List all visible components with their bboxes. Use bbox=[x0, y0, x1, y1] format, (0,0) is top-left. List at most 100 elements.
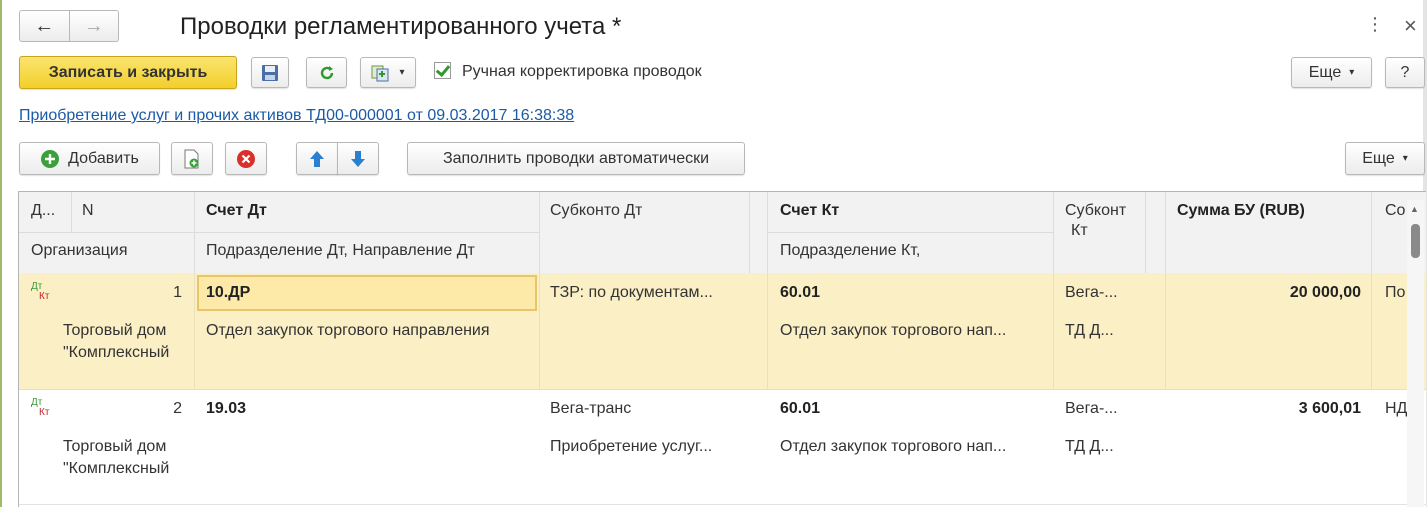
col-divider bbox=[1145, 192, 1146, 273]
arrow-right-icon: → bbox=[83, 14, 104, 37]
refresh-icon bbox=[320, 65, 333, 79]
row-divider bbox=[19, 504, 1426, 505]
document-link[interactable]: Приобретение услуг и прочих активов ТД00… bbox=[19, 107, 574, 125]
refresh-button[interactable] bbox=[306, 57, 347, 88]
manual-correction-checkbox[interactable] bbox=[434, 62, 451, 79]
entries-table: Д... N Счет Дт Субконто Дт Счет Кт Субко… bbox=[18, 191, 1426, 507]
col-header-schet-kt[interactable]: Счет Кт bbox=[780, 202, 839, 220]
save-button[interactable] bbox=[251, 57, 289, 88]
col-divider bbox=[1053, 273, 1054, 389]
cell-podr-kt[interactable]: Отдел закупок торгового нап... bbox=[780, 322, 1006, 340]
chevron-down-icon: ▾ bbox=[1349, 67, 1355, 78]
close-icon[interactable]: × bbox=[1404, 13, 1417, 39]
cell-org-line1[interactable]: Торговый дом bbox=[63, 438, 166, 456]
chevron-down-icon: ▾ bbox=[399, 67, 405, 78]
cell-subkonto-kt-2[interactable]: ТД Д... bbox=[1065, 438, 1114, 456]
col-divider bbox=[767, 273, 768, 389]
scrollbar-thumb[interactable] bbox=[1411, 224, 1420, 258]
col-header-subkonto-kt-2: Кт bbox=[1071, 222, 1088, 239]
cell-subkonto-kt-2[interactable]: ТД Д... bbox=[1065, 322, 1114, 340]
cell-summa[interactable]: 20 000,00 bbox=[1179, 284, 1361, 302]
cell-schet-kt[interactable]: 60.01 bbox=[780, 400, 820, 418]
create-based-on-button[interactable]: ▾ bbox=[360, 57, 416, 88]
col-header-podr-kt[interactable]: Подразделение Кт, bbox=[780, 242, 920, 260]
col-header-schet-dt[interactable]: Счет Дт bbox=[206, 202, 267, 220]
autofill-label: Заполнить проводки автоматически bbox=[442, 149, 710, 167]
scroll-up-icon[interactable]: ▲ bbox=[1410, 204, 1419, 214]
header-divider bbox=[767, 232, 1053, 233]
copy-document-icon bbox=[184, 149, 199, 168]
cell-podr-dt[interactable]: Отдел закупок торгового направления bbox=[206, 322, 490, 340]
help-button[interactable]: ? bbox=[1385, 57, 1425, 88]
dt-kt-icon: Дт Кт bbox=[31, 397, 50, 418]
col-divider bbox=[1371, 192, 1372, 273]
col-header-co[interactable]: Со bbox=[1385, 202, 1405, 220]
add-label: Добавить bbox=[68, 149, 139, 167]
window-title: Проводки регламентированного учета * bbox=[180, 13, 622, 40]
col-header-n[interactable]: N bbox=[82, 202, 94, 220]
col-header-summa[interactable]: Сумма БУ (RUB) bbox=[1177, 202, 1305, 220]
col-header-podr-dt[interactable]: Подразделение Дт, Направление Дт bbox=[206, 242, 475, 260]
cell-summa[interactable]: 3 600,01 bbox=[1179, 400, 1361, 418]
cell-co[interactable]: По bbox=[1385, 284, 1405, 302]
col-divider bbox=[71, 192, 72, 232]
arrow-up-icon bbox=[310, 150, 324, 167]
cell-schet-dt[interactable]: 10.ДР bbox=[206, 284, 250, 302]
save-and-close-button[interactable]: Записать и закрыть bbox=[19, 56, 237, 89]
row-number: 1 bbox=[173, 284, 182, 301]
cell-subkonto-dt[interactable]: ТЗР: по документам... bbox=[550, 284, 713, 302]
col-divider bbox=[767, 192, 768, 273]
floppy-disk-icon bbox=[262, 64, 278, 81]
cell-schet-kt[interactable]: 60.01 bbox=[780, 284, 820, 302]
cell-subkonto-dt[interactable]: Вега-транс bbox=[550, 400, 631, 418]
col-divider bbox=[194, 273, 195, 389]
arrow-left-icon: ← bbox=[34, 14, 55, 37]
col-header-subkonto-dt[interactable]: Субконто Дт bbox=[550, 202, 642, 220]
row-number: 2 bbox=[173, 400, 182, 417]
table-more-label: Еще bbox=[1362, 149, 1395, 167]
header-divider bbox=[19, 232, 539, 233]
col-header-d[interactable]: Д... bbox=[31, 202, 55, 220]
more-button[interactable]: Еще ▾ bbox=[1291, 57, 1372, 88]
vertical-scrollbar[interactable]: ▲ bbox=[1407, 200, 1424, 507]
col-divider bbox=[1053, 192, 1054, 273]
col-header-subkonto-kt[interactable]: Субконт bbox=[1065, 202, 1126, 220]
move-up-button[interactable] bbox=[296, 142, 338, 175]
table-more-button[interactable]: Еще ▾ bbox=[1345, 142, 1425, 175]
col-divider bbox=[539, 192, 540, 273]
col-divider bbox=[1165, 273, 1166, 389]
col-divider bbox=[1371, 273, 1372, 389]
cell-subkonto-dt-2[interactable]: Приобретение услуг... bbox=[550, 438, 712, 456]
copy-button[interactable] bbox=[171, 142, 213, 175]
create-based-on-icon bbox=[371, 65, 389, 81]
cell-co[interactable]: НД bbox=[1385, 400, 1407, 418]
window-left-border bbox=[0, 0, 2, 507]
col-divider bbox=[194, 192, 195, 273]
cell-org-line2: "Комплексный bbox=[63, 344, 170, 361]
delete-button[interactable] bbox=[225, 142, 267, 175]
cell-subkonto-kt[interactable]: Вега-... bbox=[1065, 400, 1118, 418]
col-header-org[interactable]: Организация bbox=[31, 242, 128, 260]
back-button[interactable]: ← bbox=[19, 10, 70, 42]
chevron-down-icon: ▾ bbox=[1402, 153, 1408, 164]
table-header: Д... N Счет Дт Субконто Дт Счет Кт Субко… bbox=[19, 192, 1426, 274]
cell-subkonto-kt[interactable]: Вега-... bbox=[1065, 284, 1118, 302]
manual-correction-label: Ручная корректировка проводок bbox=[462, 63, 702, 80]
save-and-close-label: Записать и закрыть bbox=[48, 63, 208, 81]
cell-podr-kt[interactable]: Отдел закупок торгового нап... bbox=[780, 438, 1006, 456]
cell-org-line2: "Комплексный bbox=[63, 460, 170, 477]
forward-button[interactable]: → bbox=[69, 10, 119, 42]
cell-schet-dt[interactable]: 19.03 bbox=[206, 400, 246, 418]
move-down-button[interactable] bbox=[337, 142, 379, 175]
dt-kt-icon: Дт Кт bbox=[31, 281, 50, 302]
help-label: ? bbox=[1400, 63, 1410, 81]
more-label: Еще bbox=[1308, 63, 1342, 81]
delete-icon bbox=[237, 149, 255, 168]
col-divider bbox=[749, 192, 750, 273]
cell-org-line1[interactable]: Торговый дом bbox=[63, 322, 166, 340]
more-menu-icon[interactable]: ⋮ bbox=[1366, 14, 1384, 35]
autofill-button[interactable]: Заполнить проводки автоматически bbox=[407, 142, 745, 175]
add-button[interactable]: Добавить bbox=[19, 142, 160, 175]
add-icon bbox=[41, 149, 60, 168]
col-divider bbox=[1165, 192, 1166, 273]
